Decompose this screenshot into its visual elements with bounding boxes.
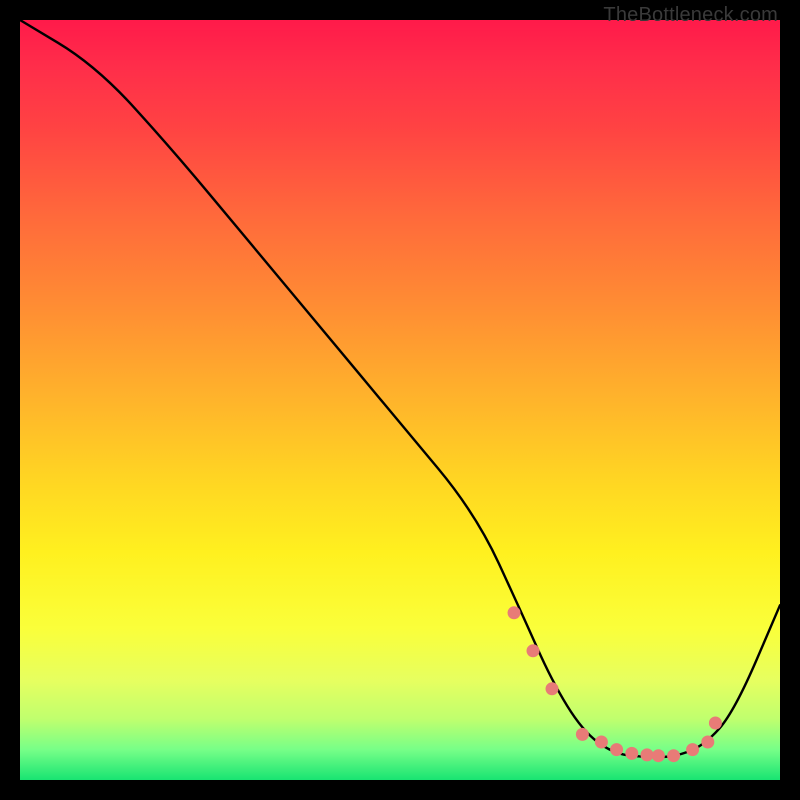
marker-dot [527, 644, 540, 657]
chart-svg [20, 20, 780, 780]
watermark-text: TheBottleneck.com [603, 4, 778, 27]
marker-dot [652, 749, 665, 762]
marker-dot [641, 748, 654, 761]
marker-dot [610, 743, 623, 756]
plot-area [20, 20, 780, 780]
marker-dot [701, 736, 714, 749]
marker-dot [546, 682, 559, 695]
chart-frame: TheBottleneck.com [0, 0, 800, 800]
bottleneck-curve [20, 20, 780, 757]
marker-dot [686, 743, 699, 756]
marker-dot [508, 606, 521, 619]
marker-dot [667, 749, 680, 762]
marker-dot [625, 747, 638, 760]
marker-dot [595, 736, 608, 749]
marker-dot [709, 717, 722, 730]
curve-markers [508, 606, 722, 762]
marker-dot [576, 728, 589, 741]
